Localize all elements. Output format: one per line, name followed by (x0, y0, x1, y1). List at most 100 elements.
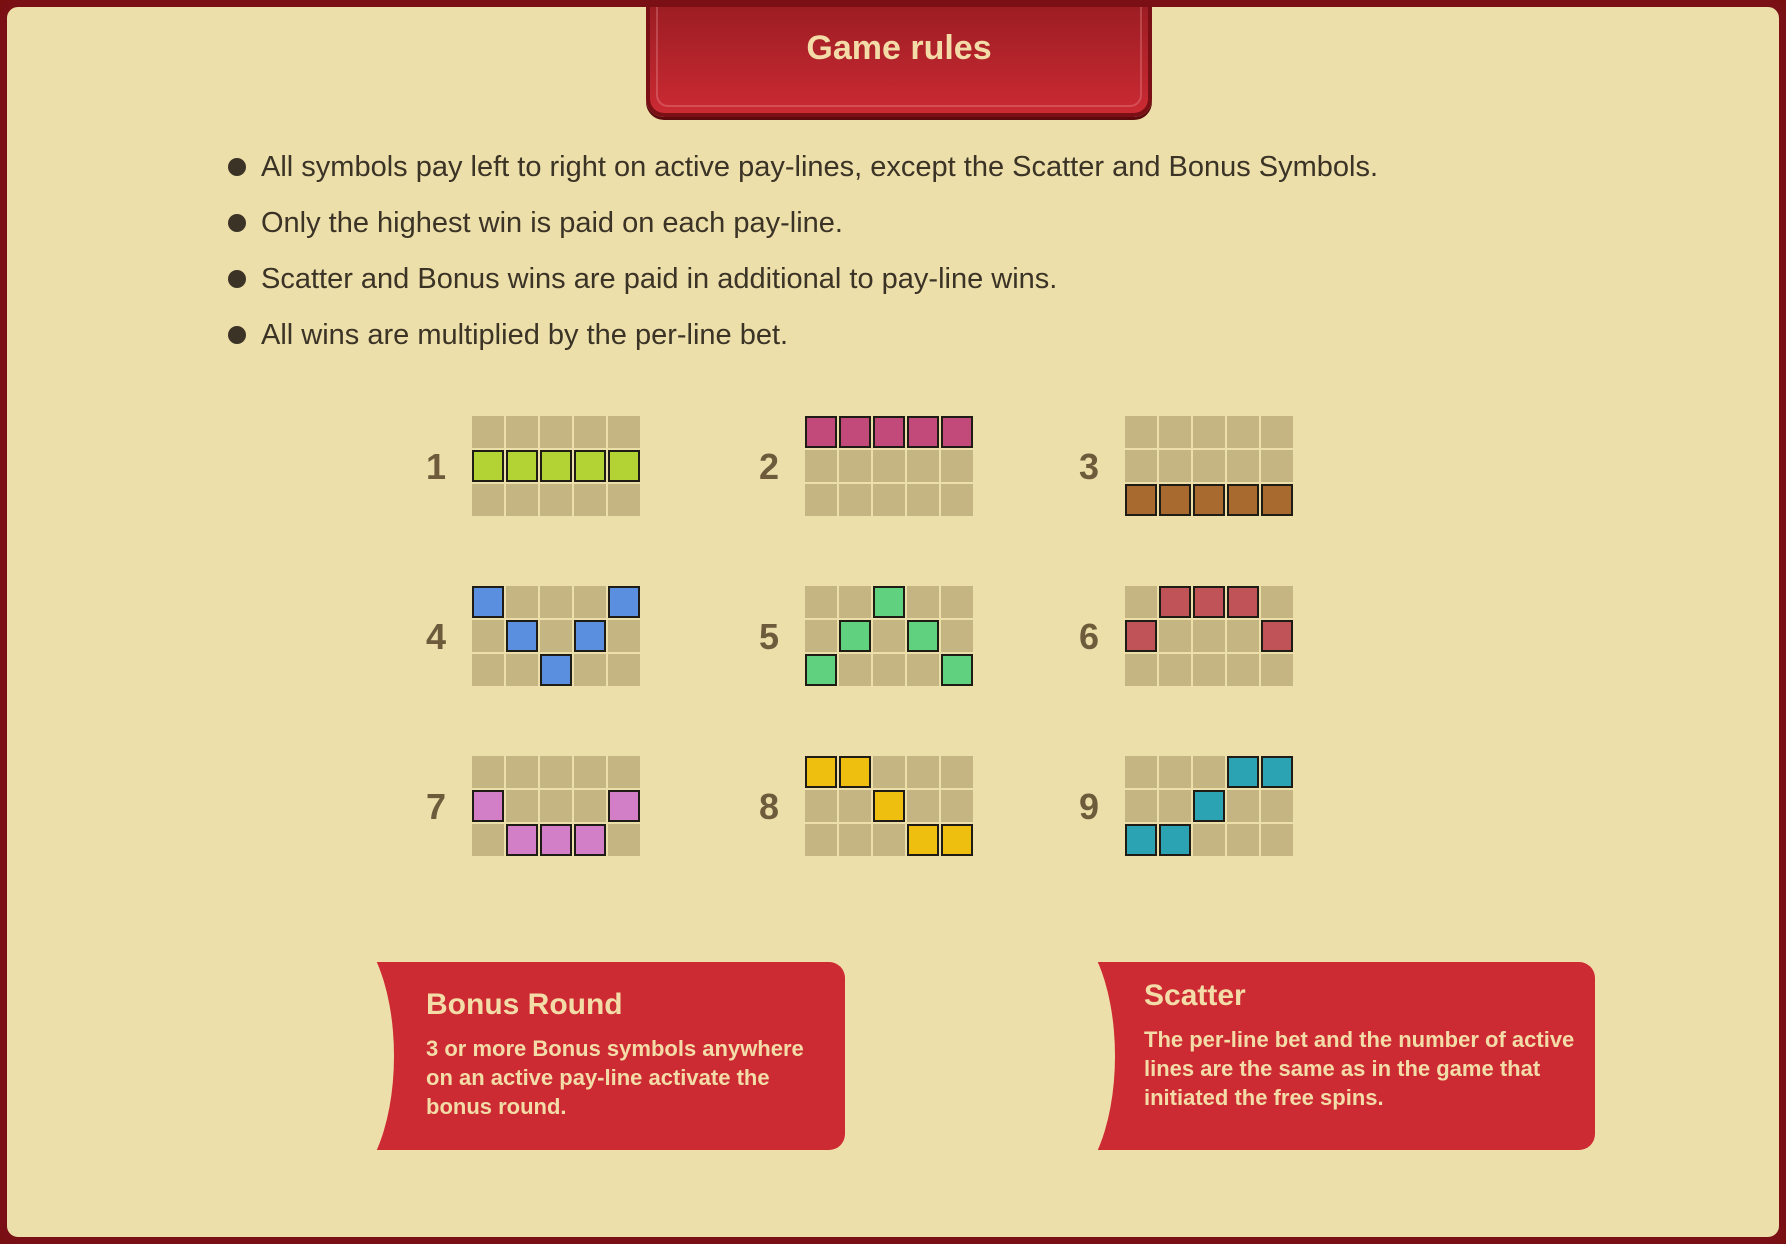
payline-cell (608, 484, 640, 516)
payline-cell (540, 790, 572, 822)
rules-panel: Game rules All symbols pay left to right… (0, 0, 1786, 1244)
payline-number: 3 (1078, 446, 1099, 487)
payline-cell-active (1159, 484, 1191, 516)
payline-cell (1227, 824, 1259, 856)
rule-text: Scatter and Bonus wins are paid in addit… (261, 263, 1058, 295)
payline-cell (941, 620, 973, 652)
payline-number: 7 (425, 786, 446, 827)
payline-cell-active (1125, 824, 1157, 856)
payline-cell (608, 756, 640, 788)
payline-cell (506, 586, 538, 618)
payline-cell (472, 416, 504, 448)
payline-cell-active (907, 824, 939, 856)
payline-cell (1125, 790, 1157, 822)
payline-cell-active (1193, 790, 1225, 822)
payline-cell (506, 790, 538, 822)
payline-cell (540, 416, 572, 448)
payline-cell-active (1193, 484, 1225, 516)
payline-cell (1159, 756, 1191, 788)
payline-cell-active (805, 654, 837, 686)
payline-cell-active (574, 450, 606, 482)
payline-number: 9 (1078, 786, 1099, 827)
rules-list: All symbols pay left to right on active … (219, 145, 1619, 369)
payline-cell-active (839, 756, 871, 788)
payline-cell (1227, 416, 1259, 448)
payline-cell (1193, 824, 1225, 856)
payline-grid (1125, 756, 1293, 856)
payline-cell (907, 790, 939, 822)
payline-cell-active (805, 416, 837, 448)
payline-cell (805, 824, 837, 856)
payline-cell (1125, 756, 1157, 788)
payline-cell (574, 790, 606, 822)
payline-cell (839, 824, 871, 856)
bullet-icon (228, 270, 246, 288)
payline-cell-active (506, 620, 538, 652)
payline-cell (472, 484, 504, 516)
payline-cell (1193, 620, 1225, 652)
payline-cell-active (1159, 586, 1191, 618)
title-banner: Game rules (646, 7, 1152, 117)
payline-cell (506, 654, 538, 686)
payline-cell (540, 586, 572, 618)
rule-item: Scatter and Bonus wins are paid in addit… (219, 257, 1619, 313)
rule-text: All symbols pay left to right on active … (261, 151, 1379, 183)
bonus-round-text: 3 or more Bonus symbols anywhere on an a… (426, 1036, 804, 1119)
payline-cell (608, 620, 640, 652)
payline-cell-active (608, 790, 640, 822)
payline-cell-active (574, 824, 606, 856)
scatter-text: The per-line bet and the number of activ… (1144, 1027, 1575, 1110)
payline-cell-active (1227, 756, 1259, 788)
payline-cell (540, 484, 572, 516)
payline-cell-active (1227, 484, 1259, 516)
payline-number: 1 (425, 446, 446, 487)
payline-cell (941, 790, 973, 822)
payline-cell (1193, 654, 1225, 686)
payline-cell (805, 484, 837, 516)
payline-cell-active (540, 654, 572, 686)
payline-cell-active (1261, 756, 1293, 788)
payline-cell-active (1261, 484, 1293, 516)
payline-cell (907, 450, 939, 482)
payline-cell (506, 416, 538, 448)
payline-grid (472, 416, 640, 516)
payline-cell (1227, 790, 1259, 822)
payline-cell (1261, 654, 1293, 686)
payline-cell (805, 790, 837, 822)
payline-cell (574, 586, 606, 618)
payline-cell (1227, 620, 1259, 652)
payline-cell (472, 824, 504, 856)
scatter-title: Scatter (1144, 979, 1246, 1012)
payline-cell (941, 450, 973, 482)
payline-cell (540, 620, 572, 652)
bonus-round-title: Bonus Round (426, 988, 623, 1021)
payline-cell-active (574, 620, 606, 652)
payline-cell (839, 450, 871, 482)
payline-cell (805, 620, 837, 652)
payline-cell (839, 790, 871, 822)
payline-cell-active (907, 620, 939, 652)
payline-cell-active (1261, 620, 1293, 652)
payline-cell (1125, 654, 1157, 686)
bullet-icon (228, 158, 246, 176)
rule-item: Only the highest win is paid on each pay… (219, 201, 1619, 257)
payline-cell (873, 756, 905, 788)
payline-cell-active (839, 416, 871, 448)
bullet-icon (228, 214, 246, 232)
payline-cell-active (907, 416, 939, 448)
payline-cell (839, 484, 871, 516)
payline-cell (608, 416, 640, 448)
payline-cell (805, 450, 837, 482)
payline-cell-active (873, 790, 905, 822)
rule-text: Only the highest win is paid on each pay… (261, 207, 843, 239)
payline-cell-active (805, 756, 837, 788)
payline-number: 8 (758, 786, 779, 827)
payline-cell (506, 756, 538, 788)
payline-cell (1159, 416, 1191, 448)
payline-cell (540, 756, 572, 788)
payline-cell-active (540, 450, 572, 482)
card-cutout (995, 922, 1115, 1190)
payline-cell (907, 756, 939, 788)
payline-cell-active (1227, 586, 1259, 618)
payline-cell (574, 654, 606, 686)
